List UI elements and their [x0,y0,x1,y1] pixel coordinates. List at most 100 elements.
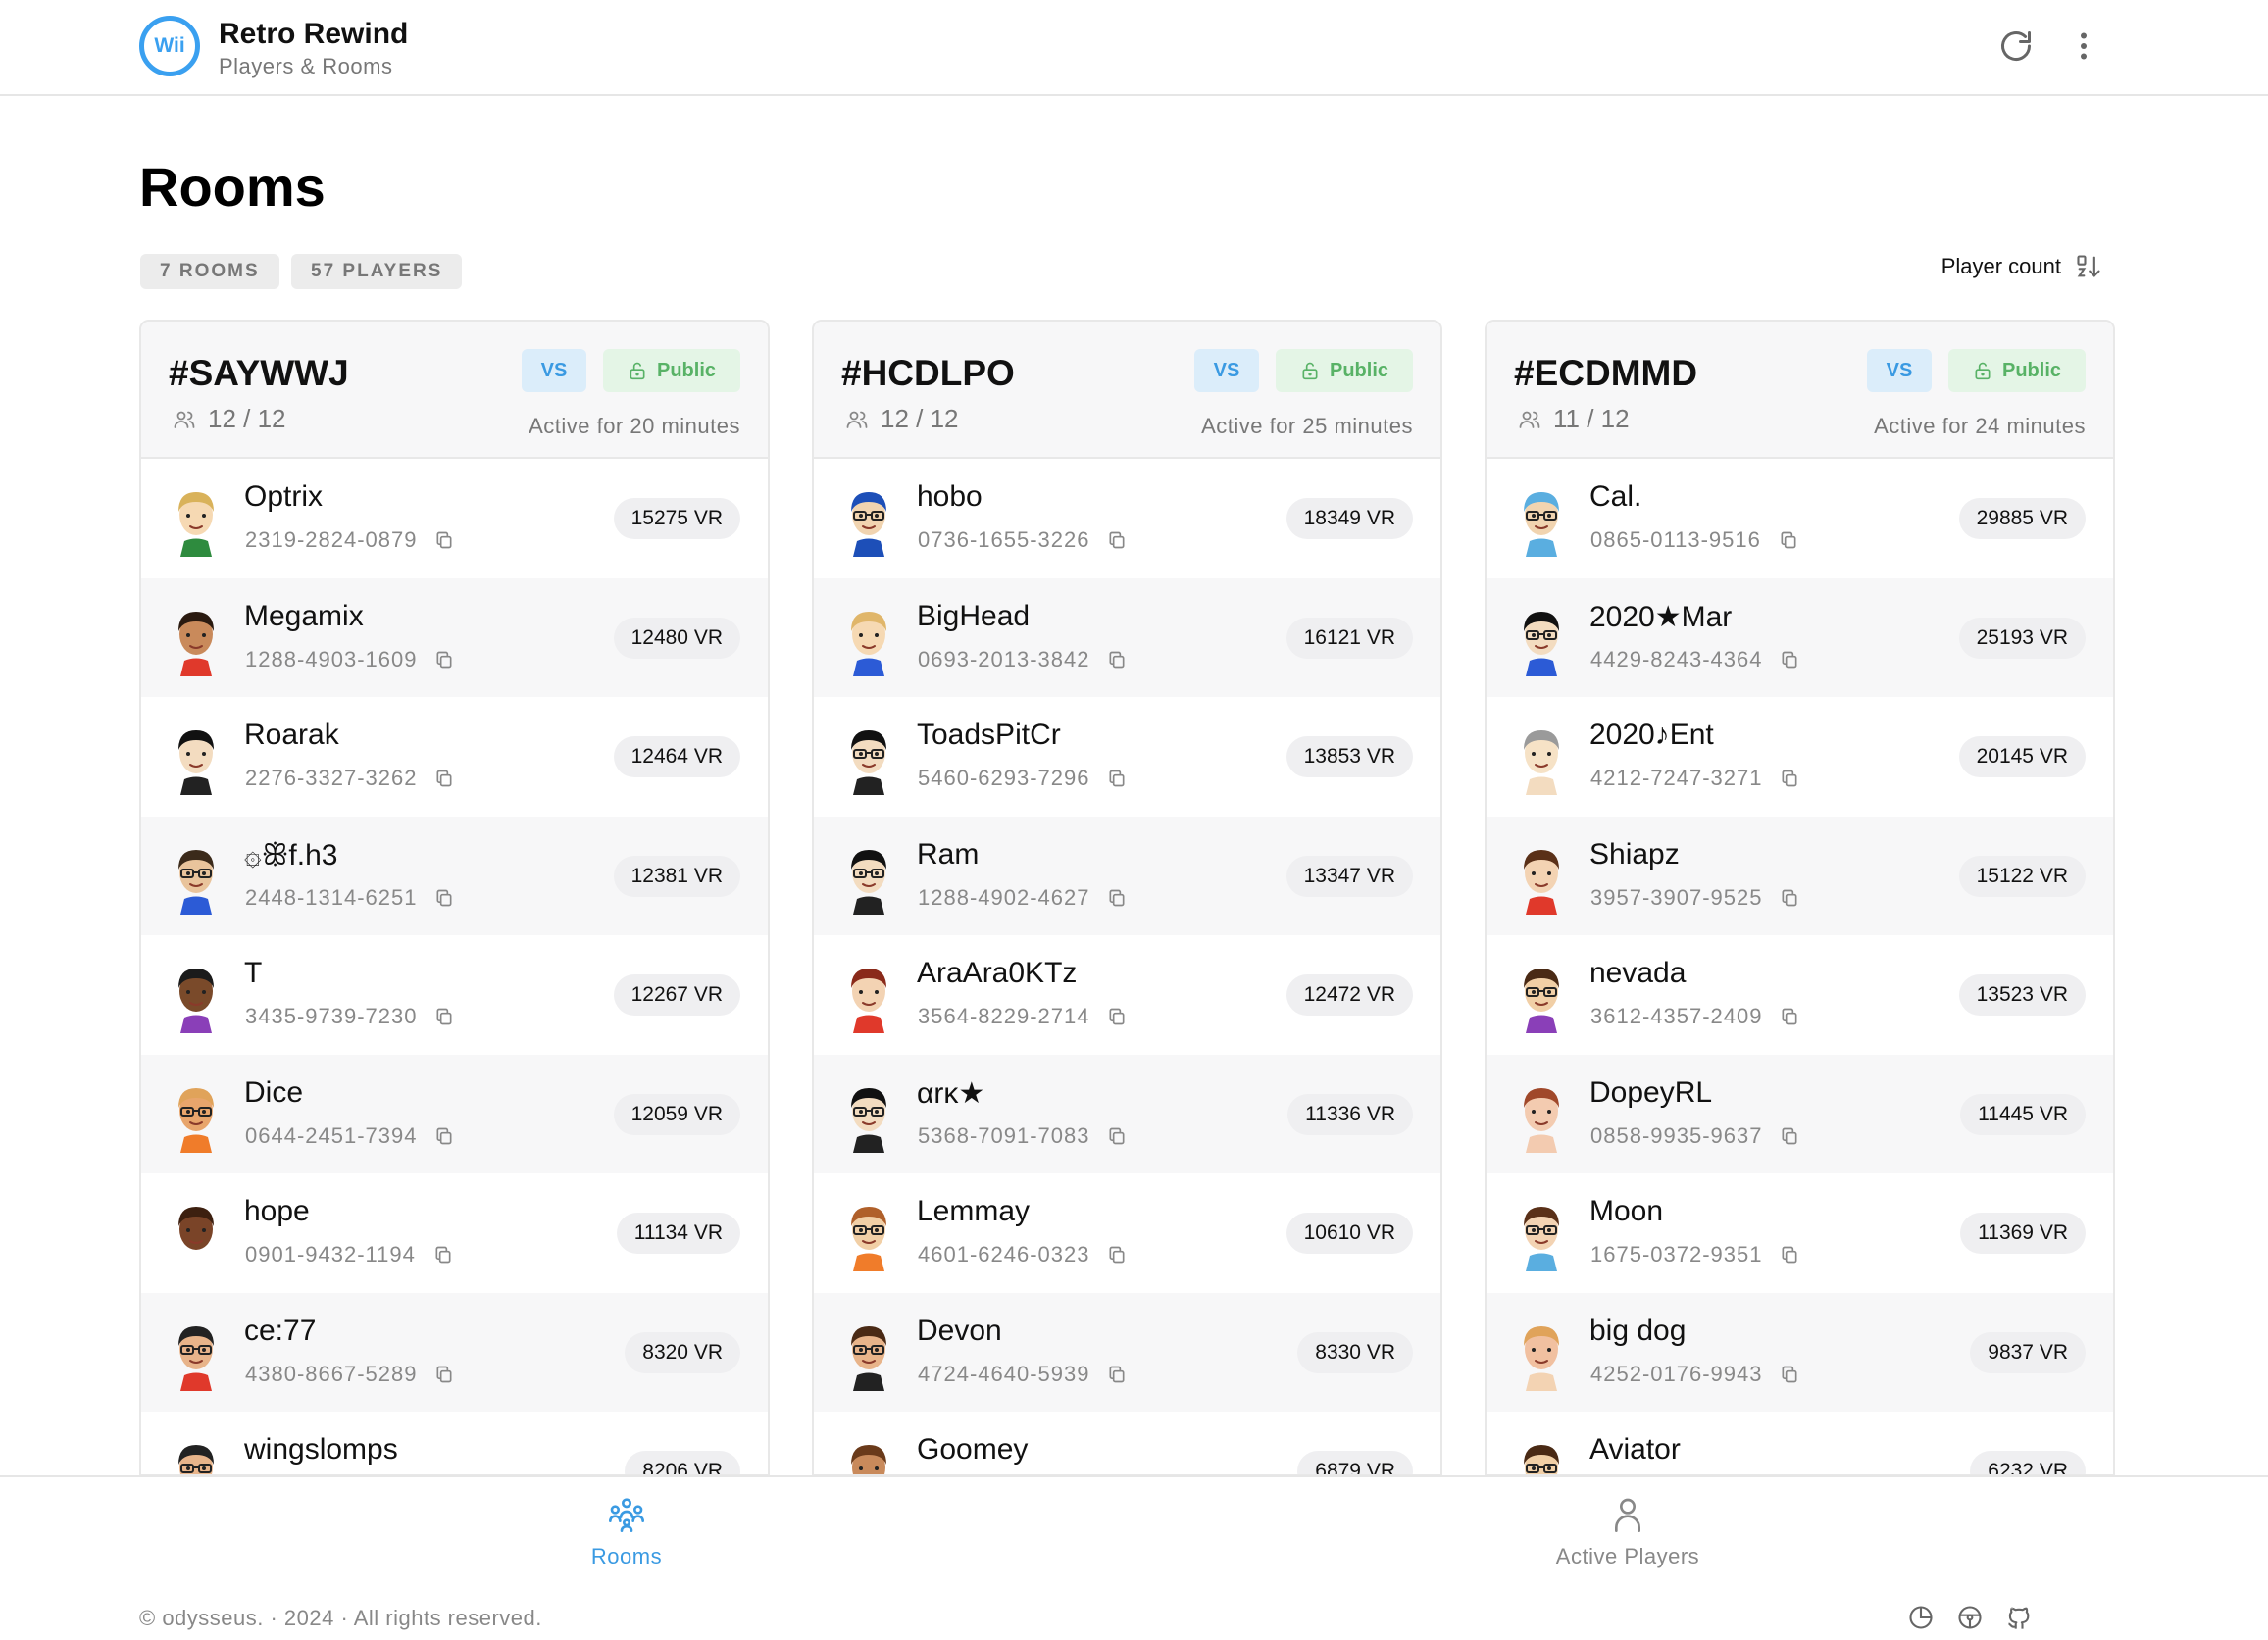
player-row[interactable]: Moon 1675-0372-9351 11369 VR [1487,1173,2113,1293]
copy-icon[interactable] [434,529,454,551]
steering-wheel-icon[interactable] [1956,1604,1984,1631]
player-row[interactable]: Megamix 1288-4903-1609 12480 VR [141,577,768,697]
refresh-button[interactable] [1990,20,2042,73]
nav-tab-rooms[interactable]: Rooms [529,1495,725,1569]
more-vertical-icon [2081,32,2087,60]
copy-icon[interactable] [1107,1244,1127,1266]
player-row[interactable]: Lemmay 4601-6246-0323 10610 VR [814,1173,1440,1293]
player-name: Aviator [1589,1433,1681,1466]
player-row[interactable]: T 3435-9739-7230 12267 VR [141,935,768,1055]
player-row[interactable]: ۞ꕥf.h3 2448-1314-6251 12381 VR [141,816,768,935]
copy-icon[interactable] [434,1364,454,1385]
copy-icon[interactable] [1107,1125,1127,1147]
player-row[interactable]: Dice 0644-2451-7394 12059 VR [141,1054,768,1173]
mii-avatar-icon [178,611,214,676]
player-row[interactable]: 2020★Mar 4429-8243-4364 25193 VR [1487,577,2113,697]
friend-code: 1675-0372-9351 [1590,1242,1799,1267]
mode-badge: VS [1194,349,1259,392]
copy-icon[interactable] [1107,768,1127,789]
copy-icon[interactable] [434,649,454,671]
copy-icon[interactable] [1780,768,1799,789]
player-row[interactable]: ce:77 4380-8667-5289 8320 VR [141,1292,768,1412]
player-row[interactable]: Goomey 6879 VR [814,1412,1440,1474]
vr-rating: 12059 VR [613,1093,740,1135]
unlock-icon [1975,362,1991,380]
player-row[interactable]: hope 0901-9432-1194 11134 VR [141,1173,768,1293]
player-row[interactable]: big dog 4252-0176-9943 9837 VR [1487,1292,2113,1412]
room-card[interactable]: #SAYWWJ VS Public 12 / 12 Active for 20 … [139,320,770,1476]
friend-code-value: 4252-0176-9943 [1590,1361,1763,1386]
mii-avatar-icon [1524,1087,1559,1153]
player-row[interactable]: Aviator 6232 VR [1487,1412,2113,1474]
copy-icon[interactable] [1107,1364,1127,1385]
player-row[interactable]: Cal. 0865-0113-9516 29885 VR [1487,459,2113,578]
copy-icon[interactable] [1780,1364,1799,1385]
copy-icon[interactable] [1107,649,1127,671]
pie-chart-icon[interactable] [1907,1604,1935,1631]
copy-icon[interactable] [433,1244,453,1266]
player-row[interactable]: Shiapz 3957-3907-9525 15122 VR [1487,816,2113,935]
more-menu-button[interactable] [2057,20,2110,73]
copy-icon[interactable] [1107,1006,1127,1027]
player-row[interactable]: AraAra0KTz 3564-8229-2714 12472 VR [814,935,1440,1055]
player-name: Cal. [1589,480,1642,513]
friend-code-value: 2448-1314-6251 [245,884,418,910]
player-row[interactable]: Optrix 2319-2824-0879 15275 VR [141,459,768,578]
player-row[interactable]: BigHead 0693-2013-3842 16121 VR [814,577,1440,697]
app-title: Retro Rewind [219,18,409,50]
friend-code: 2448-1314-6251 [245,885,454,911]
vr-rating: 15275 VR [613,498,740,539]
copy-icon[interactable] [1107,529,1127,551]
copy-icon[interactable] [1780,887,1799,909]
copy-icon[interactable] [434,1006,454,1027]
rooms-grid: #SAYWWJ VS Public 12 / 12 Active for 20 … [139,320,2115,1476]
friend-code: 4724-4640-5939 [918,1362,1127,1387]
player-row[interactable]: nevada 3612-4357-2409 13523 VR [1487,935,2113,1055]
copy-icon[interactable] [434,1125,454,1147]
friend-code-value: 5460-6293-7296 [918,766,1090,790]
room-active-time: Active for 24 minutes [1874,414,2086,438]
bottom-navigation: Rooms Active Players [0,1475,2268,1593]
player-row[interactable]: αrκ★ 5368-7091-7083 11336 VR [814,1054,1440,1173]
copy-icon[interactable] [1107,887,1127,909]
sort-icon [2077,255,2100,277]
player-row[interactable]: 2020♪Ent 4212-7247-3271 20145 VR [1487,697,2113,817]
copy-icon[interactable] [434,768,454,789]
friend-code: 2276-3327-3262 [245,766,454,791]
copy-icon[interactable] [1779,529,1798,551]
room-player-count: 12 / 12 [173,404,286,434]
unlock-icon [630,362,645,380]
copy-icon[interactable] [1780,1244,1799,1266]
player-name: Devon [917,1314,1002,1347]
footer-links [1907,1604,2033,1631]
friend-code-value: 3957-3907-9525 [1590,884,1763,910]
copy-icon[interactable] [1780,1006,1799,1027]
vr-rating: 13853 VR [1285,736,1413,777]
friend-code: 0901-9432-1194 [245,1242,453,1267]
mii-avatar-icon [851,611,886,676]
room-card[interactable]: #HCDLPO VS Public 12 / 12 Active for 25 … [812,320,1442,1476]
mode-badge: VS [522,349,586,392]
player-row[interactable]: ToadsPitCr 5460-6293-7296 13853 VR [814,697,1440,817]
friend-code: 4212-7247-3271 [1590,766,1799,791]
vr-rating: 6879 VR [1297,1451,1413,1474]
player-row[interactable]: Roarak 2276-3327-3262 12464 VR [141,697,768,817]
friend-code-value: 4429-8243-4364 [1590,646,1763,671]
github-icon[interactable] [2005,1604,2033,1631]
player-row[interactable]: Devon 4724-4640-5939 8330 VR [814,1292,1440,1412]
vr-rating: 29885 VR [1958,498,2086,539]
player-row[interactable]: DopeyRL 0858-9935-9637 11445 VR [1487,1054,2113,1173]
player-row[interactable]: Ram 1288-4902-4627 13347 VR [814,816,1440,935]
users-icon [174,411,195,428]
copy-icon[interactable] [434,887,454,909]
nav-tab-active-players[interactable]: Active Players [1530,1495,1726,1569]
sort-control[interactable]: Player count [1941,253,2102,280]
friend-code: 0865-0113-9516 [1590,527,1798,553]
player-row[interactable]: wingslomps 8206 VR [141,1412,768,1474]
copy-icon[interactable] [1780,649,1799,671]
copy-icon[interactable] [1780,1125,1799,1147]
room-card[interactable]: #ECDMMD VS Public 11 / 12 Active for 24 … [1485,320,2115,1476]
vr-rating: 16121 VR [1285,617,1413,659]
friend-code: 2319-2824-0879 [245,527,454,553]
player-row[interactable]: hobo 0736-1655-3226 18349 VR [814,459,1440,578]
